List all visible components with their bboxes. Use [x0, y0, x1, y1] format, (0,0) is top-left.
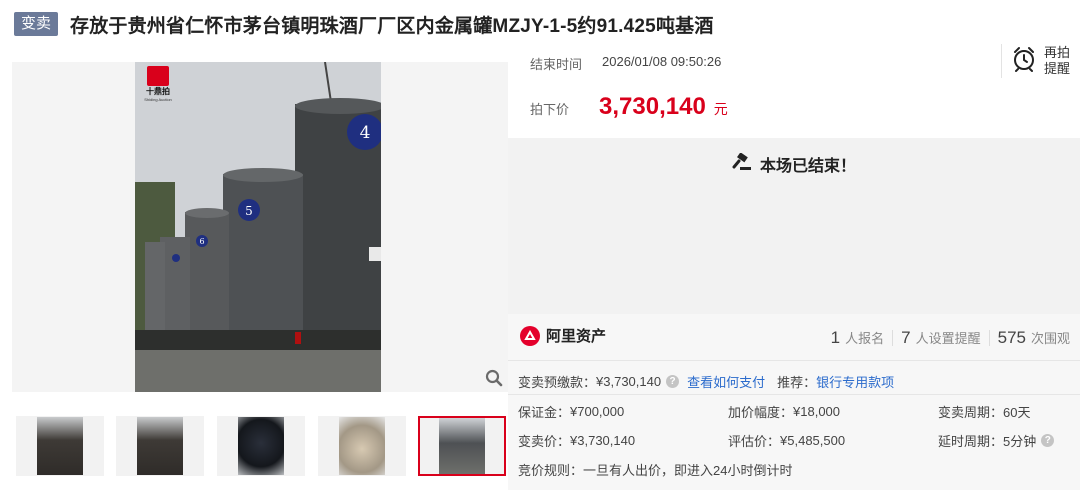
- bid-increment-label: 加价幅度：: [728, 405, 794, 420]
- bidding-rule: 竞价规则： 一旦有人出价，即进入24小时倒计时: [518, 460, 792, 479]
- zoom-icon[interactable]: [482, 366, 506, 390]
- price-unit: 元: [713, 101, 728, 117]
- end-time-label: 结束时间: [530, 57, 583, 72]
- tank-number-label: 5: [245, 204, 253, 218]
- sale-price: 变卖价： ¥3,730,140: [518, 431, 635, 450]
- watermark-logo-text: 十鼎拍: [146, 87, 170, 96]
- reminders-count: 7: [901, 328, 911, 347]
- delay-period-label: 延时周期：: [938, 434, 1004, 449]
- bid-increment: 加价幅度： ¥18,000: [728, 402, 840, 421]
- tank-photo-illustration: 4 5 6: [135, 62, 381, 392]
- auction-ended-text: 本场已结束！: [759, 158, 856, 175]
- thumbnail-item-active[interactable]: [418, 416, 506, 476]
- end-time-row: 结束时间 2026/01/08 09:50:26: [530, 54, 721, 73]
- sale-period-value: 60天: [1003, 405, 1031, 420]
- sale-price-label: 变卖价：: [518, 434, 571, 449]
- watermark-logo-subtext: Shiding Auction: [144, 97, 172, 102]
- page-title: 存放于贵州省仁怀市茅台镇明珠酒厂厂区内金属罐MZJY-1-5约91.425吨基酒: [70, 15, 714, 37]
- how-to-pay-link[interactable]: 查看如何支付: [687, 372, 765, 391]
- appraisal-price-value: ¥5,485,500: [780, 433, 846, 448]
- security-deposit-value: ¥700,000: [570, 404, 625, 419]
- price-value: 3,730,140: [599, 93, 706, 120]
- sale-period-label: 变卖周期：: [938, 405, 1004, 420]
- bidding-rule-value: 一旦有人出价，即进入24小时倒计时: [583, 463, 793, 478]
- main-photo[interactable]: 4 5 6 十鼎拍 Shiding Auction: [135, 62, 381, 392]
- appraisal-price-label: 评估价：: [728, 434, 781, 449]
- views-label: 次围观: [1030, 331, 1070, 346]
- image-gallery: 4 5 6 十鼎拍 Shiding Auction: [12, 62, 508, 392]
- platform-brand: 阿里资产: [520, 325, 606, 346]
- divider: [988, 330, 990, 346]
- appraisal-price: 评估价： ¥5,485,500: [728, 431, 845, 450]
- deposit-value: ¥3,730,140: [596, 374, 662, 389]
- auction-status-panel: 本场已结束！: [508, 138, 1080, 314]
- platform-brand-name: 阿里资产: [546, 328, 607, 345]
- title-row: 变卖 存放于贵州省仁怀市茅台镇明珠酒厂厂区内金属罐MZJY-1-5约91.425…: [14, 10, 714, 38]
- auction-ended-message: 本场已结束！: [508, 151, 1080, 176]
- deposit-row: 变卖预缴款： ¥3,730,140 ? 查看如何支付 推荐： 银行专用款项: [518, 372, 894, 391]
- views-count: 575: [997, 328, 1026, 347]
- reminder-label: 再拍提醒: [1044, 45, 1071, 76]
- divider: [892, 330, 894, 346]
- bidding-rule-label: 竞价规则：: [518, 463, 584, 478]
- price-label: 拍下价: [530, 102, 570, 117]
- security-deposit-label: 保证金：: [518, 405, 571, 420]
- divider: [1001, 44, 1002, 78]
- reauction-reminder-button[interactable]: 再拍提醒: [1001, 44, 1072, 78]
- bank-loan-link[interactable]: 银行专用款项: [816, 372, 894, 391]
- participation-counters: 1 人报名 7 人设置提醒 575 次围观: [831, 328, 1070, 348]
- thumbnail-strip: [12, 414, 508, 480]
- thumbnail-item[interactable]: [116, 416, 204, 476]
- sale-price-value: ¥3,730,140: [570, 433, 636, 448]
- deposit-label: 变卖预缴款：: [518, 375, 597, 390]
- details-panel: 阿里资产 1 人报名 7 人设置提醒 575 次围观 变卖预缴款： ¥3,730…: [508, 314, 1080, 490]
- signups-count: 1: [830, 328, 841, 347]
- thumbnail-item[interactable]: [217, 416, 305, 476]
- delay-period-value: 5分钟: [1003, 434, 1037, 449]
- help-icon[interactable]: ?: [1041, 434, 1055, 447]
- sale-period: 变卖周期： 60天: [938, 402, 1030, 421]
- watermark-logo: 十鼎拍 Shiding Auction: [143, 66, 173, 102]
- ali-assets-logo-icon: [520, 325, 540, 346]
- tank-number-label: 6: [199, 237, 204, 246]
- help-icon[interactable]: ?: [666, 375, 680, 388]
- recommend-label: 推荐：: [777, 375, 817, 390]
- reminders-label: 人设置提醒: [915, 331, 981, 346]
- gavel-icon: [732, 151, 760, 176]
- thumbnail-item[interactable]: [318, 416, 406, 476]
- sale-type-badge: 变卖: [14, 12, 59, 36]
- bid-increment-value: ¥18,000: [793, 404, 841, 419]
- end-time-value: 2026/01/08 09:50:26: [602, 54, 722, 69]
- price-row: 拍下价 3,730,140 元: [530, 93, 728, 121]
- signups-label: 人报名: [845, 331, 885, 346]
- delay-period: 延时周期： 5分钟 ?: [938, 431, 1062, 450]
- tank-number-label: 4: [360, 123, 371, 143]
- divider: [508, 394, 1080, 395]
- alarm-clock-icon: [1012, 46, 1036, 77]
- security-deposit: 保证金： ¥700,000: [518, 402, 624, 421]
- divider: [508, 360, 1080, 361]
- thumbnail-item[interactable]: [16, 416, 104, 476]
